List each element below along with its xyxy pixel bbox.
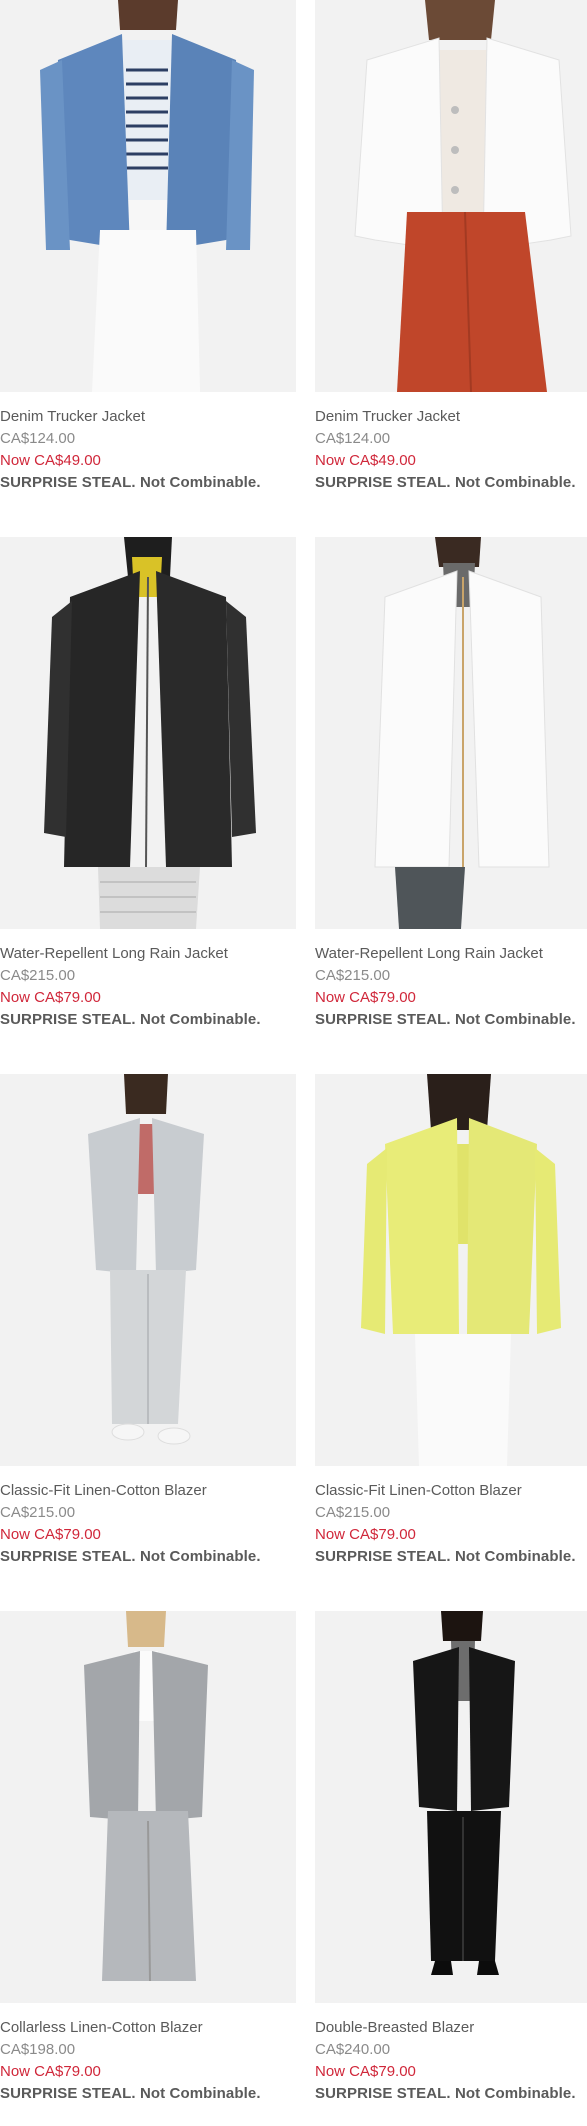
original-price: CA$215.00 (315, 1504, 391, 1521)
promo-text: SURPRISE STEAL. Not Combinable. (0, 474, 261, 491)
original-price: CA$215.00 (0, 967, 76, 984)
promo-text: SURPRISE STEAL. Not Combinable. (315, 1011, 576, 1028)
product-card[interactable]: Collarless Linen-Cotton Blazer CA$198.00… (0, 1611, 296, 2105)
sale-price: Now CA$49.00 (0, 452, 101, 469)
product-card[interactable]: Denim Trucker Jacket CA$124.00 Now CA$49… (315, 0, 587, 494)
product-name[interactable]: Water-Repellent Long Rain Jacket (315, 943, 587, 965)
promo-text: SURPRISE STEAL. Not Combinable. (0, 1548, 261, 1565)
product-name[interactable]: Collarless Linen-Cotton Blazer (0, 2017, 296, 2039)
sale-price: Now CA$79.00 (0, 1526, 101, 1543)
original-price: CA$215.00 (0, 1504, 76, 1521)
promo-text: SURPRISE STEAL. Not Combinable. (315, 1548, 576, 1565)
sale-price: Now CA$79.00 (315, 989, 416, 1006)
sale-price: Now CA$79.00 (315, 2063, 416, 2080)
collarless-blazer-photo (0, 1611, 296, 2003)
denim-jacket-photo (0, 0, 296, 392)
yellow-blazer-photo (315, 1074, 587, 1466)
original-price: CA$124.00 (0, 430, 76, 447)
promo-text: SURPRISE STEAL. Not Combinable. (0, 2085, 261, 2102)
double-breasted-blazer-photo (315, 1611, 587, 2003)
original-price: CA$215.00 (315, 967, 391, 984)
product-image[interactable] (0, 0, 296, 392)
promo-text: SURPRISE STEAL. Not Combinable. (0, 1011, 261, 1028)
product-card[interactable]: Water-Repellent Long Rain Jacket CA$215.… (0, 537, 296, 1031)
promo-text: SURPRISE STEAL. Not Combinable. (315, 2085, 576, 2102)
sale-price: Now CA$79.00 (315, 1526, 416, 1543)
original-price: CA$124.00 (315, 430, 391, 447)
product-image[interactable] (0, 537, 296, 929)
product-name[interactable]: Denim Trucker Jacket (0, 406, 296, 428)
product-image[interactable] (0, 1074, 296, 1466)
product-card[interactable]: Classic-Fit Linen-Cotton Blazer CA$215.0… (0, 1074, 296, 1568)
white-rain-jacket-photo (315, 537, 587, 929)
product-name[interactable]: Denim Trucker Jacket (315, 406, 587, 428)
product-card[interactable]: Classic-Fit Linen-Cotton Blazer CA$215.0… (315, 1074, 587, 1568)
product-name[interactable]: Double-Breasted Blazer (315, 2017, 587, 2039)
sale-price: Now CA$49.00 (315, 452, 416, 469)
product-card[interactable]: Double-Breasted Blazer CA$240.00 Now CA$… (315, 1611, 587, 2105)
white-denim-jacket-photo (315, 0, 587, 392)
sale-price: Now CA$79.00 (0, 2063, 101, 2080)
product-name[interactable]: Classic-Fit Linen-Cotton Blazer (0, 1480, 296, 1502)
product-card[interactable]: Denim Trucker Jacket CA$124.00 Now CA$49… (0, 0, 296, 494)
product-name[interactable]: Classic-Fit Linen-Cotton Blazer (315, 1480, 587, 1502)
black-rain-jacket-photo (0, 537, 296, 929)
product-image[interactable] (315, 1611, 587, 2003)
gray-blazer-photo (0, 1074, 296, 1466)
product-image[interactable] (0, 1611, 296, 2003)
original-price: CA$240.00 (315, 2041, 391, 2058)
product-image[interactable] (315, 537, 587, 929)
product-name[interactable]: Water-Repellent Long Rain Jacket (0, 943, 296, 965)
product-image[interactable] (315, 1074, 587, 1466)
original-price: CA$198.00 (0, 2041, 76, 2058)
product-image[interactable] (315, 0, 587, 392)
product-card[interactable]: Water-Repellent Long Rain Jacket CA$215.… (315, 537, 587, 1031)
sale-price: Now CA$79.00 (0, 989, 101, 1006)
promo-text: SURPRISE STEAL. Not Combinable. (315, 474, 576, 491)
